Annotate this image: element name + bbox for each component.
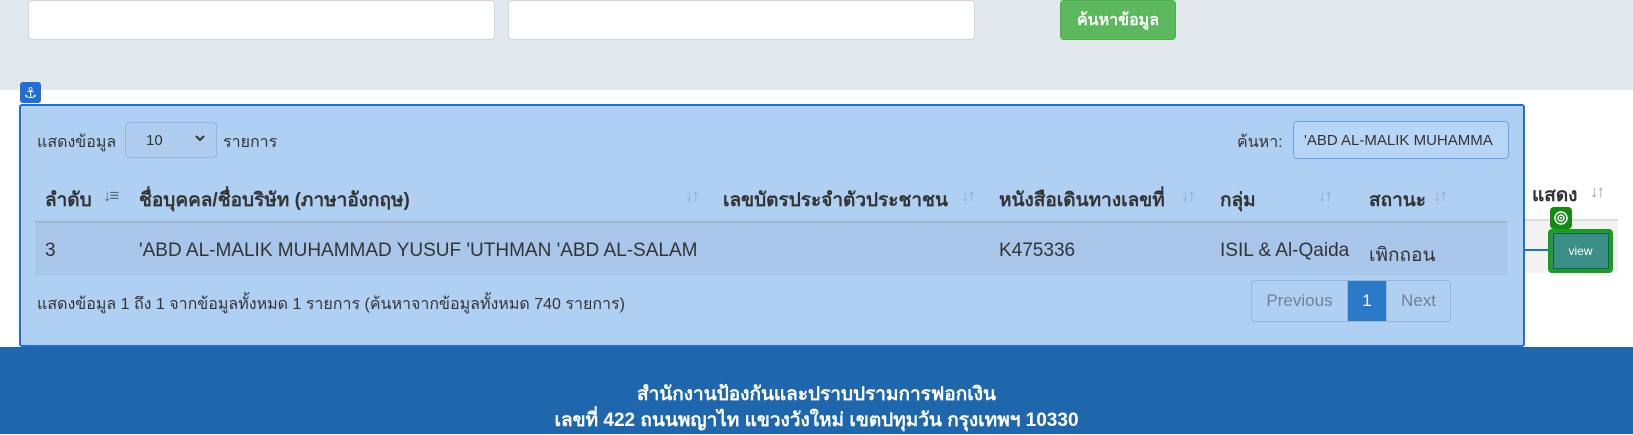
column-header-status[interactable]: สถานะ	[1369, 184, 1426, 216]
highlight-connector	[1525, 249, 1549, 251]
view-label: view	[1568, 244, 1593, 258]
page-length-value: 10	[146, 131, 163, 149]
column-header-no[interactable]: ลำดับ	[45, 184, 92, 216]
view-button[interactable]: view	[1548, 229, 1613, 273]
cell-status: เพิกถอน	[1369, 245, 1436, 266]
column-header-passport[interactable]: หนังสือเดินทางเลขที่	[999, 184, 1165, 216]
results-table-panel: แสดงข้อมูล 10 รายการ ค้นหา: 'ABD AL-MALI…	[19, 104, 1525, 347]
cell-passport: K475336	[999, 240, 1076, 261]
view-button-inner[interactable]: view	[1552, 233, 1609, 269]
sort-arrows-icon[interactable]: ↓↑	[1318, 186, 1333, 206]
sort-arrows-icon[interactable]: ↓↑	[1181, 186, 1196, 206]
cell-group: ISIL & Al-Qaida	[1220, 240, 1350, 261]
search-form-area: ค้นหาข้อมูล	[0, 0, 1633, 90]
footer: สำนักงานป้องกันและปราบปรามการฟอกเงิน เลข…	[0, 347, 1633, 434]
filter-input[interactable]: 'ABD AL-MALIK MUHAMMA	[1293, 121, 1509, 159]
sort-arrows-icon[interactable]: ↓↑	[685, 186, 700, 206]
table-info: แสดงข้อมูล 1 ถึง 1 จากข้อมูลทั้งหมด 1 รา…	[37, 296, 625, 313]
filter-label: ค้นหา:	[1237, 134, 1283, 151]
sort-arrows-icon[interactable]: ↓↑	[961, 186, 976, 206]
page-length-select[interactable]: 10	[125, 122, 217, 158]
column-header-group[interactable]: กลุ่ม	[1220, 184, 1256, 216]
anchor-icon[interactable]: ⚓	[20, 82, 41, 103]
footer-address: เลขที่ 422 ถนนพญาไท แขวงวังใหม่ เขตปทุมว…	[554, 410, 1079, 431]
cell-no: 3	[45, 240, 56, 261]
target-icon	[1550, 207, 1572, 229]
pagination: Previous 1 Next	[1251, 280, 1451, 322]
length-label: แสดงข้อมูล	[37, 134, 117, 151]
cell-name: 'ABD AL-MALIK MUHAMMAD YUSUF 'UTHMAN 'AB…	[139, 240, 698, 261]
chevron-down-icon	[194, 131, 206, 147]
next-page-button[interactable]: Next	[1386, 281, 1450, 321]
previous-page-button[interactable]: Previous	[1252, 281, 1348, 321]
column-header-name[interactable]: ชื่อบุคคล/ชื่อบริษัท (ภาษาอังกฤษ)	[139, 184, 410, 216]
page-1-button[interactable]: 1	[1348, 281, 1386, 321]
sort-desc-icon[interactable]: ↓≡	[103, 186, 119, 206]
search-input-2[interactable]	[508, 0, 975, 40]
sort-arrows-icon[interactable]: ↓↑	[1590, 182, 1605, 202]
length-suffix: รายการ	[223, 134, 278, 151]
search-input-1[interactable]	[28, 0, 495, 40]
search-button[interactable]: ค้นหาข้อมูล	[1060, 0, 1176, 40]
sort-arrows-icon[interactable]: ↓↑	[1433, 186, 1448, 206]
column-header-id-card[interactable]: เลขบัตรประจำตัวประชาชน	[723, 184, 948, 216]
column-header-view[interactable]: แสดง	[1532, 180, 1577, 210]
